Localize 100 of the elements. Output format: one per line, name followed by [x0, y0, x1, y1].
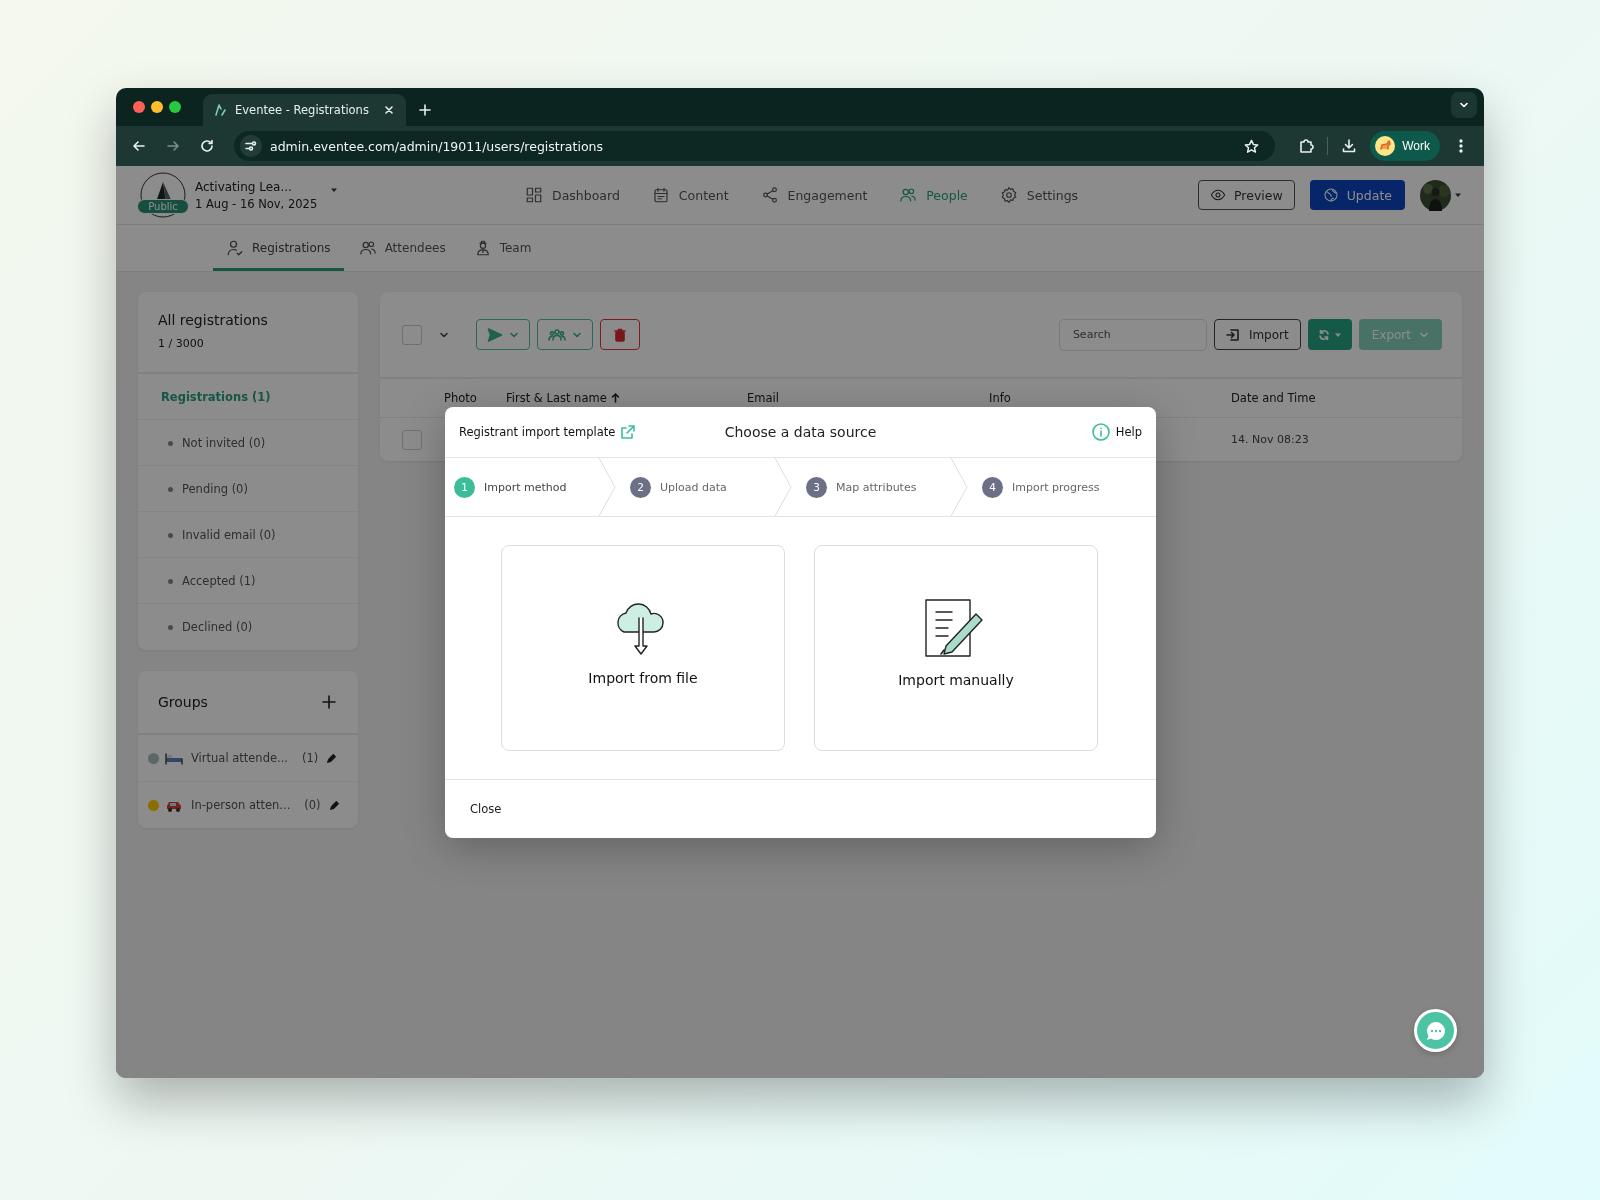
site-info-button[interactable] [240, 135, 262, 157]
group-count: (1) [302, 751, 319, 765]
sidebar-item[interactable]: Invalid email (0) [138, 512, 358, 558]
registration-count: 1 / 3000 [158, 337, 205, 350]
template-link[interactable]: Registrant import template [459, 425, 636, 439]
sort-arrow-icon [610, 393, 620, 403]
nav-tab[interactable]: Content [651, 186, 729, 204]
url-text: admin.eventee.com/admin/19011/users/registrations [270, 138, 604, 154]
sub-tab[interactable]: Registrations [213, 225, 344, 271]
search-field[interactable]: Search [1058, 318, 1207, 351]
gear-icon [999, 186, 1018, 204]
puzzle-icon [1298, 138, 1315, 154]
avatar-icon [1420, 179, 1451, 211]
panel-title: Groups [158, 694, 208, 710]
select-all-checkbox[interactable] [402, 324, 422, 345]
star-icon [1244, 138, 1260, 154]
close-button[interactable]: Close [461, 798, 511, 820]
step-label: Import method [484, 480, 567, 494]
import-option-card[interactable]: Import from file [501, 545, 785, 751]
sidebar-item[interactable]: Pending (0) [138, 466, 358, 512]
nav-tab[interactable]: Settings [999, 186, 1079, 204]
send-icon [487, 326, 503, 343]
event-dates: 1 Aug - 16 Nov, 2025 [195, 196, 318, 211]
forward-arrow-icon [165, 138, 181, 154]
bed-icon [165, 750, 183, 766]
table-cell-text: 14. Nov 08:23 [1231, 433, 1310, 446]
window-close-button[interactable] [133, 101, 145, 113]
group-count: (0) [304, 798, 321, 812]
calendar-icon [651, 186, 670, 204]
column-header[interactable]: Email [747, 391, 989, 405]
event-name: Activating Lea... [195, 179, 293, 194]
import-icon [1225, 327, 1240, 342]
sub-tab[interactable]: Team [460, 225, 545, 271]
modal-title: Choose a data source [724, 424, 877, 440]
profile-button[interactable]: Work [1370, 131, 1440, 161]
close-tab-button[interactable] [382, 103, 396, 117]
external-link-icon [621, 425, 636, 439]
window-zoom-button[interactable] [169, 101, 181, 113]
people-icon [899, 186, 918, 204]
wizard-step[interactable]: 2 Upload data [621, 458, 733, 516]
new-tab-button[interactable] [416, 101, 434, 119]
import-button[interactable]: Import [1213, 319, 1301, 350]
dashboard-icon [525, 186, 543, 204]
help-button[interactable]: Help [1091, 423, 1142, 441]
sidebar-item[interactable]: Declined (0) [138, 604, 358, 650]
people-icon [358, 239, 377, 257]
eye-icon [1210, 187, 1227, 203]
nav-tab[interactable]: Engagement [760, 186, 868, 204]
tab-title: Eventee - Registrations [235, 103, 370, 117]
step-number: 3 [806, 476, 827, 498]
import-option-card[interactable]: Import manually [814, 545, 1098, 751]
address-bar[interactable]: admin.eventee.com/admin/19011/users/registrations [234, 131, 1276, 161]
plus-icon [322, 695, 336, 709]
browser-tab[interactable]: Eventee - Registrations [203, 94, 406, 126]
wizard-step[interactable]: 4 Import progress [973, 458, 1106, 516]
reload-icon [199, 138, 215, 154]
nav-tab[interactable]: Dashboard [525, 186, 620, 204]
globe-icon [1322, 187, 1339, 203]
wizard-step[interactable]: 1 Import method [445, 458, 573, 516]
pencil-icon [328, 799, 340, 811]
sidebar-item[interactable]: Accepted (1) [138, 558, 358, 604]
group-icon [548, 327, 566, 342]
sliders-icon [245, 140, 257, 152]
column-header[interactable]: Photo [444, 391, 506, 405]
leaf-icon [213, 103, 227, 117]
group-name: Virtual attende... [191, 751, 288, 765]
column-header[interactable]: First & Last name [506, 391, 747, 405]
sync-icon [1317, 328, 1330, 341]
update-button[interactable]: Update [1309, 180, 1405, 210]
caret-icon [330, 186, 339, 194]
event-menu-button[interactable] [330, 186, 339, 194]
step-label: Import progress [1012, 480, 1100, 494]
wizard-step[interactable]: 3 Map attributes [797, 458, 923, 516]
chat-button[interactable] [1414, 1009, 1457, 1052]
caret-icon [1454, 191, 1462, 199]
add-group-button[interactable] [320, 693, 338, 711]
share-icon [760, 186, 779, 204]
step-label: Map attributes [836, 480, 917, 494]
back-arrow-icon [131, 138, 147, 154]
step-number: 2 [630, 476, 651, 498]
plus-icon [418, 103, 432, 117]
info-icon [1091, 423, 1110, 441]
sub-tab[interactable]: Attendees [345, 225, 459, 271]
window-minimize-button[interactable] [151, 101, 163, 113]
row-checkbox[interactable] [402, 429, 422, 450]
trash-icon [614, 327, 626, 342]
pencil-icon [326, 752, 338, 764]
delete-button[interactable] [600, 319, 640, 350]
dog-icon [1378, 139, 1393, 153]
preview-button[interactable]: Preview [1198, 180, 1295, 210]
column-header[interactable]: Date and Time [1231, 391, 1462, 405]
account-menu-button[interactable] [1420, 179, 1462, 211]
chat-icon [1424, 1019, 1447, 1042]
panel-title: All registrations [158, 312, 269, 328]
step-number: 1 [454, 476, 475, 498]
status-badge: Public [137, 199, 189, 214]
step-number: 4 [982, 476, 1003, 498]
column-header[interactable]: Info [989, 391, 1231, 405]
sidebar-item[interactable]: Not invited (0) [138, 420, 358, 466]
user-check-icon [226, 239, 244, 257]
